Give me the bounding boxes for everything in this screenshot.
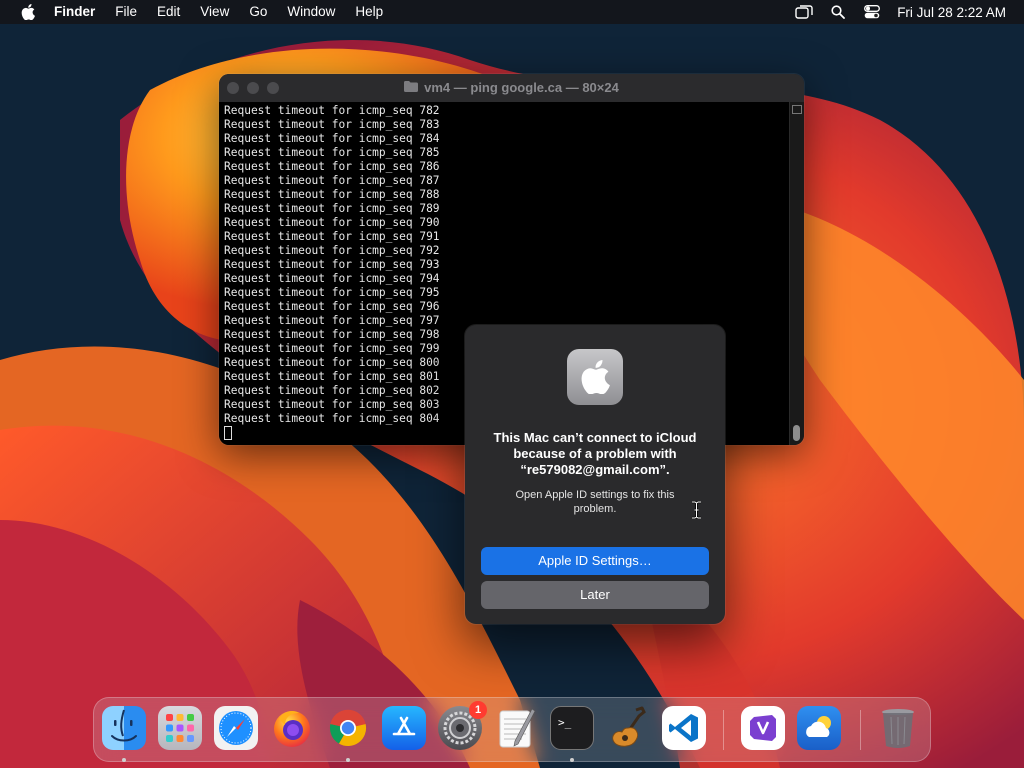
terminal-scrollbar[interactable] — [789, 102, 804, 445]
terminal-line: Request timeout for icmp_seq 789 — [224, 202, 440, 215]
weather-icon[interactable] — [797, 706, 841, 750]
safari-icon[interactable] — [214, 706, 258, 750]
terminal-line: Request timeout for icmp_seq 791 — [224, 230, 440, 243]
terminal-line: Request timeout for icmp_seq 788 — [224, 188, 440, 201]
visual-studio-icon[interactable] — [741, 706, 785, 750]
apple-logo-icon — [567, 349, 623, 405]
icloud-alert-dialog: This Mac can’t connect to iCloud because… — [465, 325, 725, 624]
ibeam-cursor-icon — [692, 501, 701, 519]
terminal-line: Request timeout for icmp_seq 795 — [224, 286, 440, 299]
control-center-icon[interactable] — [855, 0, 889, 24]
menu-bar-clock[interactable]: Fri Jul 28 2:22 AM — [897, 5, 1006, 20]
apple-id-settings-button[interactable]: Apple ID Settings… — [481, 547, 709, 575]
apple-menu-icon[interactable] — [18, 0, 38, 24]
search-icon[interactable] — [821, 0, 855, 24]
terminal-line: Request timeout for icmp_seq 786 — [224, 160, 440, 173]
finder-icon[interactable] — [102, 706, 146, 750]
running-indicator — [346, 758, 350, 762]
terminal-line: Request timeout for icmp_seq 793 — [224, 258, 440, 271]
terminal-title: vm4 — ping google.ca — 80×24 — [424, 80, 619, 95]
later-button[interactable]: Later — [481, 581, 709, 609]
text-cursor — [224, 426, 232, 440]
menu-go[interactable]: Go — [239, 0, 277, 24]
terminal-line: Request timeout for icmp_seq 792 — [224, 244, 440, 257]
scroll-thumb[interactable] — [793, 425, 800, 441]
notification-badge: 1 — [469, 701, 487, 719]
firefox-icon[interactable] — [270, 706, 314, 750]
menu-app-name[interactable]: Finder — [54, 0, 105, 24]
launchpad-icon[interactable] — [158, 706, 202, 750]
terminal-line: Request timeout for icmp_seq 787 — [224, 174, 440, 187]
scroll-top-marker — [792, 105, 802, 114]
app-store-icon[interactable] — [382, 706, 426, 750]
menu-help[interactable]: Help — [345, 0, 393, 24]
dock-separator — [860, 710, 861, 750]
terminal-icon[interactable]: >_ — [550, 706, 594, 750]
menu-window[interactable]: Window — [277, 0, 345, 24]
menu-view[interactable]: View — [190, 0, 239, 24]
terminal-line: Request timeout for icmp_seq 784 — [224, 132, 440, 145]
dock: >_ — [93, 697, 931, 762]
terminal-line: Request timeout for icmp_seq 785 — [224, 146, 440, 159]
terminal-line: Request timeout for icmp_seq 796 — [224, 300, 440, 313]
menu-bar: Finder File Edit View Go Window Help Fri… — [0, 0, 1024, 24]
chrome-icon[interactable] — [326, 706, 370, 750]
terminal-line: Request timeout for icmp_seq 794 — [224, 272, 440, 285]
dialog-headline: This Mac can’t connect to iCloud because… — [493, 430, 697, 477]
terminal-line: Request timeout for icmp_seq 782 — [224, 104, 440, 117]
vscode-icon[interactable] — [662, 706, 706, 750]
terminal-line: Request timeout for icmp_seq 783 — [224, 118, 440, 131]
menu-file[interactable]: File — [105, 0, 147, 24]
dock-separator — [723, 710, 724, 750]
textedit-icon[interactable] — [494, 706, 538, 750]
garageband-icon[interactable] — [606, 706, 650, 750]
svg-text:>_: >_ — [558, 716, 572, 729]
terminal-titlebar[interactable]: vm4 — ping google.ca — 80×24 — [219, 74, 804, 103]
folder-icon — [404, 74, 419, 102]
dialog-message: Open Apple ID settings to fix this probl… — [515, 489, 675, 515]
screen-mirroring-icon[interactable] — [787, 0, 821, 24]
menu-edit[interactable]: Edit — [147, 0, 190, 24]
trash-icon[interactable] — [876, 706, 920, 750]
running-indicator — [570, 758, 574, 762]
terminal-line: Request timeout for icmp_seq 790 — [224, 216, 440, 229]
running-indicator — [122, 758, 126, 762]
